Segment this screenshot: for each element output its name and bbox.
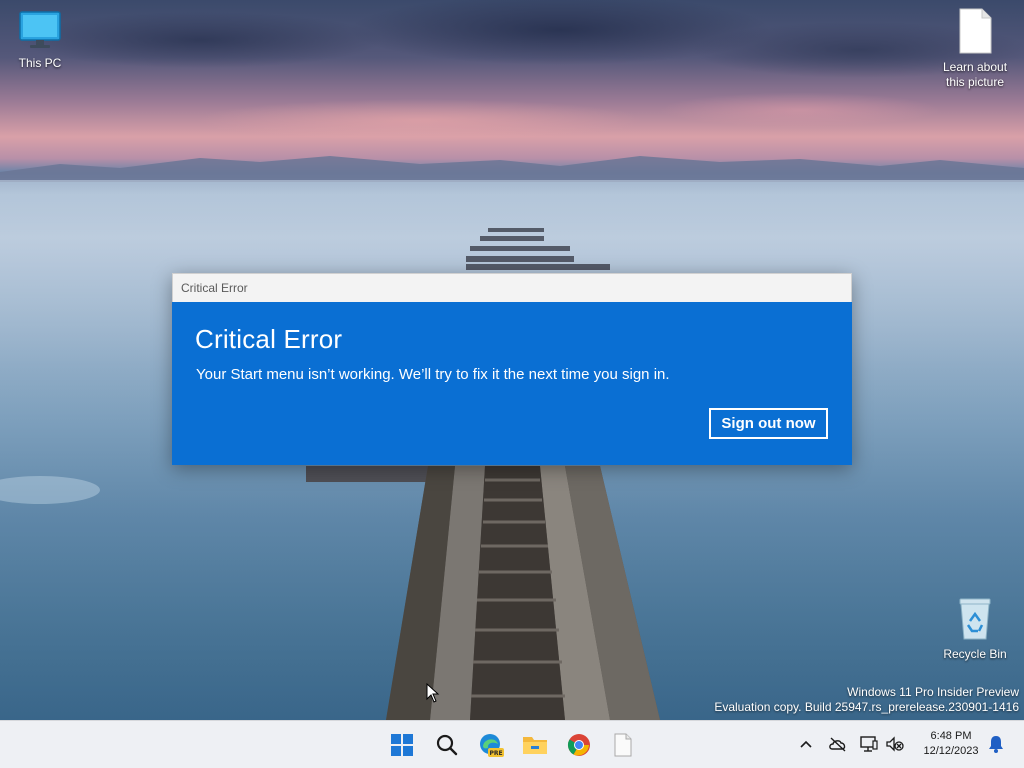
folder-icon: [523, 737, 547, 754]
edge-pre-badge: PRE: [489, 750, 502, 757]
sign-out-now-button[interactable]: Sign out now: [709, 408, 828, 439]
build-watermark: Windows 11 Pro Insider Preview Evaluatio…: [714, 685, 1019, 715]
notification-center-button[interactable]: [985, 733, 1007, 755]
desktop-icon-learn-about-picture[interactable]: Learn about this picture: [935, 8, 1015, 90]
search-button[interactable]: [429, 727, 465, 763]
critical-error-dialog: Critical Error Critical Error Your Start…: [172, 273, 852, 465]
clock-date: 12/12/2023: [923, 745, 979, 757]
clock-time: 6:48 PM: [930, 730, 972, 742]
chrome-button[interactable]: [561, 727, 597, 763]
dialog-window-title: Critical Error: [181, 281, 248, 295]
monitor-icon: [0, 10, 80, 54]
watermark-build: Evaluation copy. Build 25947.rs_prerelea…: [714, 700, 1019, 714]
clock[interactable]: 6:48 PM 12/12/2023: [912, 729, 990, 759]
desktop-icon-recycle-bin[interactable]: Recycle Bin: [935, 597, 1015, 662]
onedrive-offline-icon: [829, 737, 846, 752]
desktop-icon-label: This PC: [18, 56, 62, 70]
dialog-heading: Critical Error: [195, 324, 343, 354]
bell-icon: [989, 736, 1003, 753]
mouse-cursor-icon: [426, 683, 440, 703]
watermark-edition: Windows 11 Pro Insider Preview: [847, 685, 1019, 699]
volume-tray-button[interactable]: [884, 733, 906, 755]
volume-muted-icon: [886, 736, 904, 752]
notepad-button[interactable]: [605, 727, 641, 763]
edge-preview-button[interactable]: PRE: [473, 727, 509, 763]
network-tray-button[interactable]: [858, 733, 880, 755]
network-icon: [860, 736, 878, 752]
start-button[interactable]: [384, 727, 420, 763]
document-icon: [935, 8, 1015, 58]
desktop-icon-label: Recycle Bin: [943, 647, 1007, 661]
windows-logo-icon: [391, 734, 413, 756]
dialog-title-bar[interactable]: Critical Error: [172, 273, 852, 302]
document-icon: [614, 733, 632, 757]
onedrive-tray-button[interactable]: [827, 733, 849, 755]
taskbar: PRE 6:48 PM 12/12/2023: [0, 720, 1024, 768]
show-hidden-icons-button[interactable]: [795, 733, 817, 755]
desktop-icon-this-pc[interactable]: This PC: [0, 10, 80, 71]
desktop-icon-label: Learn about this picture: [942, 60, 1008, 89]
edge-pre-icon: PRE: [480, 734, 504, 757]
chevron-up-icon: [800, 740, 812, 748]
chrome-icon: [568, 734, 590, 756]
recycle-bin-icon: [935, 597, 1015, 645]
dialog-message: Your Start menu isn’t working. We’ll try…: [196, 366, 670, 383]
dialog-body: Critical Error Your Start menu isn’t wor…: [172, 302, 852, 465]
search-icon: [436, 734, 458, 756]
file-explorer-button[interactable]: [517, 727, 553, 763]
